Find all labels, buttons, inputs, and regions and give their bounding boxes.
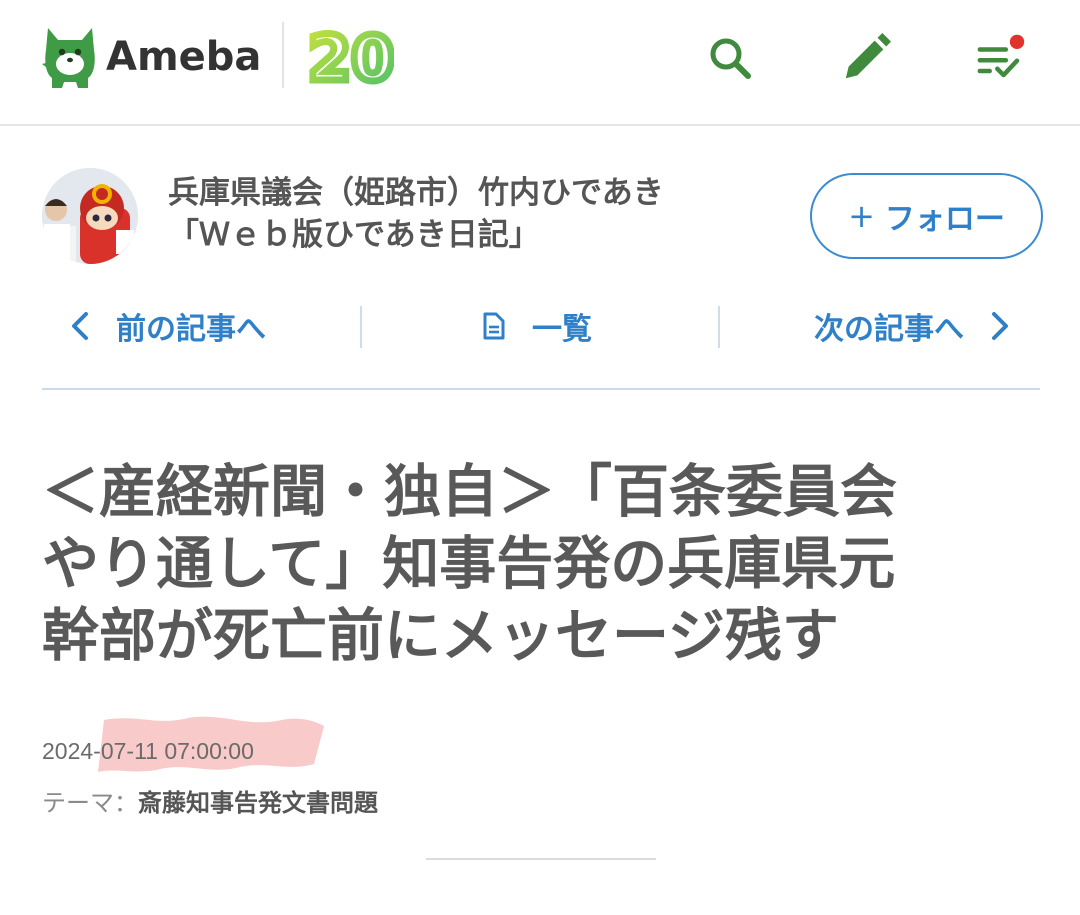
nav-divider — [718, 306, 720, 348]
nav-divider — [360, 306, 362, 348]
anniversary-20-badge: 20 — [306, 20, 394, 92]
article-nav: 前の記事へ 一覧 次の記事へ — [42, 300, 1040, 390]
avatar[interactable] — [42, 168, 138, 264]
avatar-image — [42, 168, 138, 264]
document-icon — [483, 312, 505, 340]
plus-icon: + — [848, 197, 875, 235]
article-list-link[interactable]: 一覧 — [482, 300, 592, 352]
chevron-left-icon — [72, 312, 88, 340]
search-icon — [710, 38, 751, 79]
theme-link[interactable]: 斎藤知事告発文書問題 — [138, 789, 378, 817]
article-title-line2: やり通して」知事告発の兵庫県元 — [42, 531, 896, 597]
prev-article-link[interactable]: 前の記事へ — [70, 300, 266, 352]
prev-article-label: 前の記事へ — [116, 312, 266, 347]
next-article-label: 次の記事へ — [814, 312, 964, 347]
post-theme: テーマ：斎藤知事告発文書問題 — [42, 783, 378, 818]
anniversary-text: 20 — [308, 22, 394, 92]
next-article-link[interactable]: 次の記事へ — [814, 300, 1010, 352]
pen-icon — [845, 32, 892, 79]
theme-label: テーマ： — [42, 789, 138, 817]
divider — [426, 858, 656, 860]
article-list-label: 一覧 — [532, 312, 592, 347]
notification-dot — [1009, 34, 1025, 50]
chevron-right-icon — [992, 312, 1008, 340]
write-post-button[interactable] — [840, 30, 892, 86]
logo-text: Ameba — [106, 34, 262, 80]
follow-label: フォロー — [884, 202, 1005, 237]
follow-button[interactable]: + フォロー — [810, 173, 1043, 259]
article-title: ＜産経新聞・独自＞「百条委員会 やり通して」知事告発の兵庫県元 幹部が死亡前にメ… — [42, 456, 1032, 672]
feed-button[interactable] — [974, 30, 1026, 86]
blog-owner-row: 兵庫県議会（姫路市）竹内ひであき 「Ｗｅｂ版ひであき日記」 + フォロー — [0, 160, 1080, 270]
ameba-mascot-icon — [42, 28, 95, 88]
header-divider — [282, 22, 284, 88]
feed-check-icon — [977, 34, 1025, 78]
article-title-line1: ＜産経新聞・独自＞「百条委員会 — [42, 459, 897, 525]
post-date: 2024-07-11 07:00:00 — [42, 738, 254, 764]
article-title-line3: 幹部が死亡前にメッセージ残す — [42, 603, 839, 669]
app-header: Ameba 20 — [0, 0, 1080, 126]
ameba-logo[interactable]: Ameba — [42, 24, 261, 90]
search-button[interactable] — [704, 30, 756, 86]
blog-name-line2: 「Ｗｅｂ版ひであき日記」 — [168, 217, 540, 253]
blog-name[interactable]: 兵庫県議会（姫路市）竹内ひであき 「Ｗｅｂ版ひであき日記」 — [168, 172, 664, 256]
blog-name-line1: 兵庫県議会（姫路市）竹内ひであき — [168, 175, 664, 211]
